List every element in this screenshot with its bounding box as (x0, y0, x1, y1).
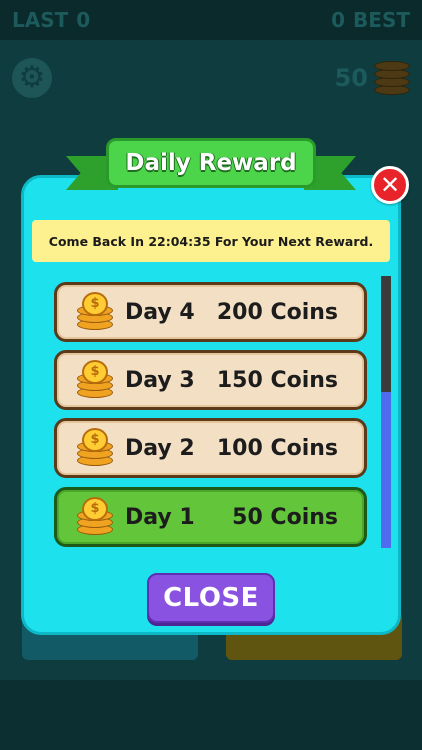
bottom-banner-area (0, 680, 422, 750)
reward-day: Day 1 (125, 504, 195, 530)
reward-row-day-3[interactable]: $ Day 3 150 Coins (54, 350, 367, 410)
last-score: 0 (76, 8, 91, 32)
dialog-title: Daily Reward (106, 138, 316, 188)
coin-stack-icon (374, 61, 410, 95)
reward-amount: 50 Coins (232, 504, 338, 530)
coin-count: 50 (334, 64, 368, 92)
reward-amount: 150 Coins (216, 367, 338, 393)
score-bar: LAST 0 0 BEST (0, 0, 422, 40)
close-x-icon[interactable]: ✕ (371, 166, 409, 204)
coin-stack-icon: $ (77, 292, 115, 332)
reward-day: Day 3 (125, 367, 195, 393)
reward-row-day-1[interactable]: $ Day 1 50 Coins (54, 487, 367, 547)
scrollbar-thumb[interactable] (381, 392, 391, 548)
gear-icon[interactable]: ⚙ (12, 58, 52, 98)
best-score: 0 (331, 8, 346, 32)
reward-day: Day 2 (125, 435, 195, 461)
next-reward-message: Come Back In 22:04:35 For Your Next Rewa… (32, 220, 390, 262)
last-label: LAST (12, 8, 69, 32)
reward-amount: 200 Coins (216, 299, 338, 325)
close-button[interactable]: CLOSE (147, 573, 275, 623)
reward-row-day-2[interactable]: $ Day 2 100 Coins (54, 418, 367, 478)
coin-stack-icon: $ (77, 428, 115, 468)
reward-day: Day 4 (125, 299, 195, 325)
reward-amount: 100 Coins (216, 435, 338, 461)
coin-balance: 50 (335, 60, 410, 96)
best-label: BEST (353, 8, 410, 32)
reward-row-day-4[interactable]: $ Day 4 200 Coins (54, 282, 367, 342)
coin-stack-icon: $ (77, 360, 115, 400)
coin-stack-icon: $ (77, 497, 115, 537)
